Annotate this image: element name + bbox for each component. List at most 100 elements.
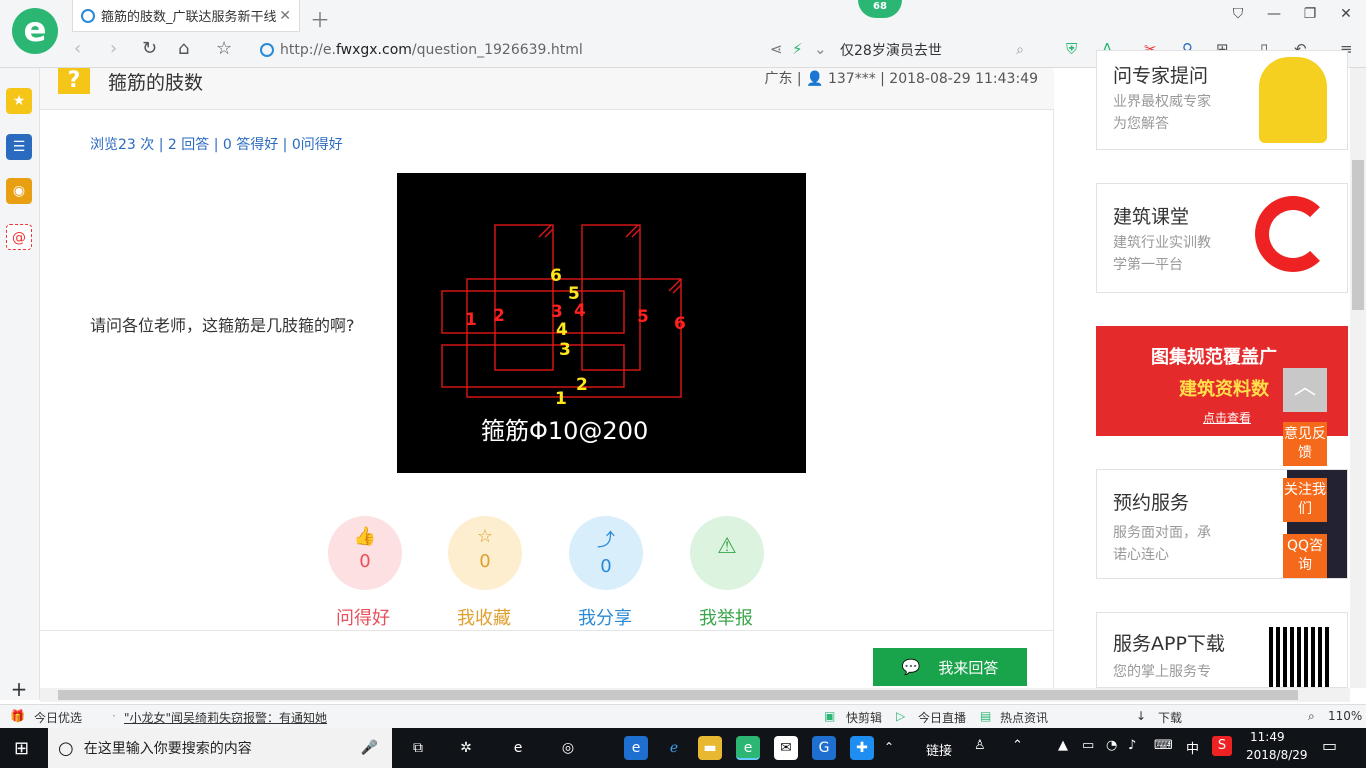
add-sidebar-icon[interactable]: + <box>6 676 32 702</box>
question-stats[interactable]: 浏览23 次 | 2 回答 | 0 答得好 | 0问得好 <box>90 134 343 154</box>
report-button[interactable]: ⚠ <box>690 516 764 590</box>
globe-icon <box>260 43 274 57</box>
windows-start-icon[interactable]: ⊞ <box>14 738 29 759</box>
browser-360-icon[interactable]: e <box>736 736 760 760</box>
app-pinwheel-icon[interactable]: ✲ <box>454 736 478 760</box>
like-label[interactable]: 问得好 <box>313 604 413 630</box>
edge-icon[interactable]: e <box>506 736 530 760</box>
share-button[interactable]: ⤴ 0 <box>569 516 643 590</box>
gift-icon[interactable]: 🎁 <box>10 709 25 723</box>
tab-close-icon[interactable]: ✕ <box>279 8 291 24</box>
cad-caption: 箍筋Φ10@200 <box>481 417 648 445</box>
cad-drawing-image[interactable]: 1 2 3 4 5 6 6 5 4 3 2 1 箍筋Φ10@200 <box>397 173 806 473</box>
notification-badge[interactable]: 68 <box>858 0 902 18</box>
course-card[interactable]: 建筑课堂 建筑行业实训教 学第一平台 <box>1096 183 1348 293</box>
home-icon[interactable]: ⌂ <box>178 38 189 59</box>
share-label[interactable]: 我分享 <box>555 604 655 630</box>
follow-us-button[interactable]: 关注我们 <box>1283 478 1327 522</box>
feedback-button[interactable]: 意见反馈 <box>1283 422 1327 466</box>
links-toolbar[interactable]: 链接 <box>926 740 952 759</box>
news-headline[interactable]: "小龙女"闻吴绮莉失窃报警：有通知她 <box>124 709 327 726</box>
back-to-top-button[interactable]: ︿ <box>1283 368 1327 412</box>
card-desc: 诺心连心 <box>1113 547 1169 563</box>
like-button[interactable]: 👍 0 <box>328 516 402 590</box>
quick-clip-link[interactable]: 快剪辑 <box>846 709 882 726</box>
share-page-icon[interactable]: ⋖ <box>770 40 783 58</box>
search-box[interactable]: 仅28岁演员去世 ⌕ <box>840 36 1040 64</box>
forward-icon[interactable]: › <box>110 38 117 59</box>
network-icon[interactable]: ◔ <box>1106 738 1117 753</box>
ask-expert-card[interactable]: 问专家提问 业界最权威专家 为您解答 <box>1096 50 1348 150</box>
chevron-down-icon[interactable]: ⌄ <box>814 40 827 58</box>
favorite-star-icon[interactable]: ☆ <box>216 38 232 59</box>
address-bar[interactable]: http://e.fwxgx.com/question_1926639.html <box>260 36 820 64</box>
horizontal-scrollbar[interactable] <box>40 688 1350 702</box>
show-hidden-icon[interactable]: ⌃ <box>1012 738 1023 753</box>
bullet-icon: · <box>112 709 116 723</box>
live-link[interactable]: 今日直播 <box>918 709 966 726</box>
favorite-label[interactable]: 我收藏 <box>434 604 534 630</box>
refresh-icon[interactable]: ↻ <box>142 38 157 59</box>
mail-icon[interactable]: @ <box>6 224 32 250</box>
download-icon[interactable]: ↓ <box>1136 709 1146 723</box>
chat-icon: 💬 <box>901 658 921 676</box>
weibo-icon[interactable]: ◉ <box>6 178 32 204</box>
zoom-icon[interactable]: ⌕ <box>1308 709 1315 724</box>
clock-time[interactable]: 11:49 <box>1250 730 1285 744</box>
notification-bell-icon[interactable]: ▲ <box>1058 738 1068 753</box>
task-view-icon[interactable]: ⧉ <box>406 736 430 760</box>
close-window-icon[interactable]: ✕ <box>1336 6 1356 22</box>
search-suggestion[interactable]: 仅28岁演员去世 <box>840 40 942 60</box>
zoom-level[interactable]: 110% <box>1328 709 1362 723</box>
action-center-icon[interactable]: ▭ <box>1322 736 1337 755</box>
news-icon[interactable]: ▤ <box>980 709 991 723</box>
clock-date[interactable]: 2018/8/29 <box>1246 748 1308 762</box>
restore-icon[interactable]: ❐ <box>1300 6 1320 22</box>
taskbar: ⊞ ○ 在这里输入你要搜索的内容 🎤 ⧉ ✲ e ◎ e ℯ ▬ e ✉ G ✚… <box>0 728 1366 768</box>
new-tab-icon[interactable]: ＋ <box>310 4 330 33</box>
back-icon[interactable]: ‹ <box>74 38 81 59</box>
skin-icon[interactable]: ⛉ <box>1228 6 1248 22</box>
daily-picks-label[interactable]: 今日优选 <box>34 709 82 726</box>
hot-news-link[interactable]: 热点资讯 <box>1000 709 1048 726</box>
answer-button[interactable]: 💬 我来回答 <box>873 648 1027 686</box>
app-swirl-icon[interactable]: ◎ <box>556 736 580 760</box>
people-icon[interactable]: ♙ <box>974 738 986 753</box>
banner-link[interactable]: 点击查看 <box>1203 409 1251 426</box>
volume-icon[interactable]: ♪ <box>1128 738 1136 753</box>
favorites-icon[interactable]: ★ <box>6 88 32 114</box>
g-app-icon[interactable]: G <box>812 736 836 760</box>
news-icon[interactable]: ☰ <box>6 134 32 160</box>
microphone-icon[interactable]: 🎤 <box>361 740 378 756</box>
ime-indicator[interactable]: 中 <box>1186 738 1199 757</box>
report-label[interactable]: 我举报 <box>676 604 776 630</box>
address-url[interactable]: http://e.fwxgx.com/question_1926639.html <box>280 42 583 58</box>
taskbar-search[interactable]: ○ 在这里输入你要搜索的内容 🎤 <box>48 728 392 768</box>
edge-browser-icon[interactable]: e <box>624 736 648 760</box>
lightning-icon[interactable]: ⚡ <box>792 40 803 58</box>
sogou-icon[interactable]: S <box>1212 736 1232 756</box>
app-download-card[interactable]: 服务APP下载 您的掌上服务专 <box>1096 612 1348 688</box>
stirrup-rect <box>494 224 554 371</box>
vertical-scrollbar[interactable] <box>1350 68 1366 688</box>
search-icon[interactable]: ⌕ <box>1016 42 1024 58</box>
favorite-button[interactable]: ☆ 0 <box>448 516 522 590</box>
browser-tab[interactable]: 箍筋的肢数_广联达服务新干线 ✕ <box>72 0 300 32</box>
battery-icon[interactable]: ▭ <box>1082 738 1094 753</box>
shield-icon[interactable]: ⛨ <box>1066 40 1077 58</box>
minimize-icon[interactable]: — <box>1264 6 1284 22</box>
video-icon[interactable]: ▣ <box>824 709 835 723</box>
ie-icon[interactable]: ℯ <box>662 736 686 760</box>
plus-app-icon[interactable]: ✚ <box>850 736 874 760</box>
tray-chevron-icon[interactable]: ⌃ <box>884 740 894 754</box>
scrollbar-thumb[interactable] <box>1352 160 1364 310</box>
browser-logo-icon[interactable]: e <box>12 8 58 54</box>
browser-sidebar: ★ ☰ ◉ @ + <box>0 68 40 702</box>
mail-app-icon[interactable]: ✉ <box>774 736 798 760</box>
keyboard-icon[interactable]: ⌨ <box>1154 738 1173 753</box>
download-link[interactable]: 下载 <box>1158 709 1182 726</box>
qq-consult-button[interactable]: QQ咨询 <box>1283 534 1327 578</box>
scrollbar-thumb[interactable] <box>58 690 1298 700</box>
file-explorer-icon[interactable]: ▬ <box>698 736 722 760</box>
live-icon[interactable]: ▷ <box>896 709 905 723</box>
